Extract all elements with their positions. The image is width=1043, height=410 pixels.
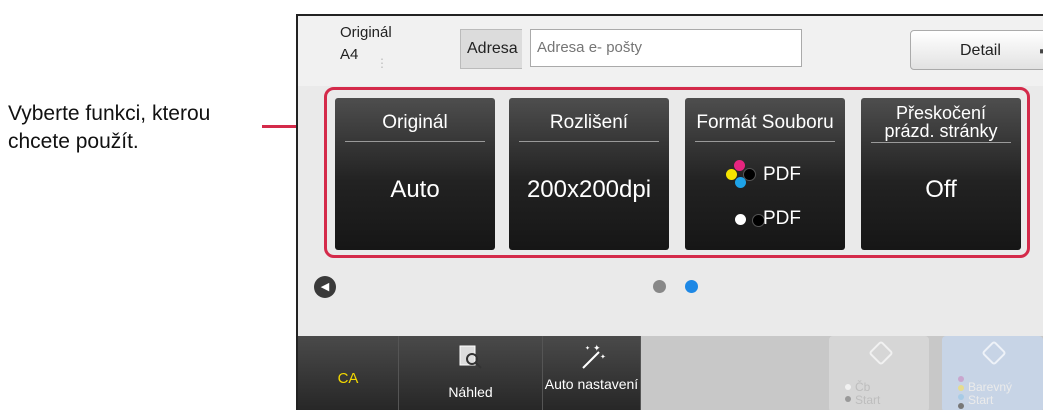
auto-settings-button[interactable]: ✦ ✦ ✦ Auto nastavení [543, 336, 641, 410]
original-info[interactable]: Originál A4 ⋮ [340, 22, 392, 70]
color-format-label: PDF [763, 164, 801, 185]
original-label: Originál [340, 24, 392, 41]
key-title: Originál [345, 112, 485, 142]
magic-wand-icon: ✦ ✦ ✦ [582, 344, 606, 369]
bw-start-button[interactable]: Čb Start [829, 336, 929, 410]
clear-all-button[interactable]: CA [298, 336, 399, 410]
email-address-input[interactable] [530, 29, 802, 67]
preview-icon [459, 345, 482, 369]
start-diamond-icon [981, 340, 1007, 366]
preview-label: Náhled [448, 384, 493, 400]
bw-format-label: PDF [763, 208, 801, 229]
page-dot-active[interactable] [685, 280, 698, 293]
color-start-button[interactable]: Barevný Start [942, 336, 1043, 410]
ca-label: CA [337, 370, 359, 387]
blank-page-skip-function-key[interactable]: Přeskočení prázd. stránky Off [861, 98, 1021, 250]
key-value: Auto [390, 176, 440, 203]
key-title: Přeskočení prázd. stránky [871, 104, 1011, 143]
start-diamond-icon [868, 340, 894, 366]
key-title: Rozlišení [519, 112, 659, 142]
screen-header: Originál A4 ⋮ Adresa Detail ➡ [298, 16, 1043, 86]
detail-label: Detail [960, 42, 1001, 59]
key-value: 200x200dpi [526, 176, 652, 203]
file-format-function-key[interactable]: Formát Souboru PDF PDF [685, 98, 845, 250]
auto-settings-label: Auto nastavení [544, 376, 639, 392]
page-dot[interactable] [653, 280, 666, 293]
key-title: Formát Souboru [695, 112, 835, 142]
color-start-label-2: Start [968, 393, 994, 407]
previous-page-button[interactable]: ◀ [314, 276, 336, 298]
resolution-function-key[interactable]: Rozlišení 200x200dpi [509, 98, 669, 250]
bw-start-label-2: Start [855, 393, 881, 407]
original-function-key[interactable]: Originál Auto [335, 98, 495, 250]
detail-button[interactable]: Detail ➡ [910, 30, 1043, 70]
svg-text:✦: ✦ [585, 345, 590, 352]
more-dots-icon: ⋮ [376, 56, 388, 70]
preview-button[interactable]: Náhled [399, 336, 543, 410]
key-value: Off [925, 176, 957, 203]
arrow-right-icon: ➡ [1039, 31, 1043, 71]
copier-screen: Originál A4 ⋮ Adresa Detail ➡ Originál A… [296, 14, 1043, 410]
address-label: Adresa [460, 29, 522, 69]
svg-text:✦: ✦ [600, 353, 606, 361]
instruction-callout: Vyberte funkci, kterou chcete použít. [8, 102, 211, 153]
